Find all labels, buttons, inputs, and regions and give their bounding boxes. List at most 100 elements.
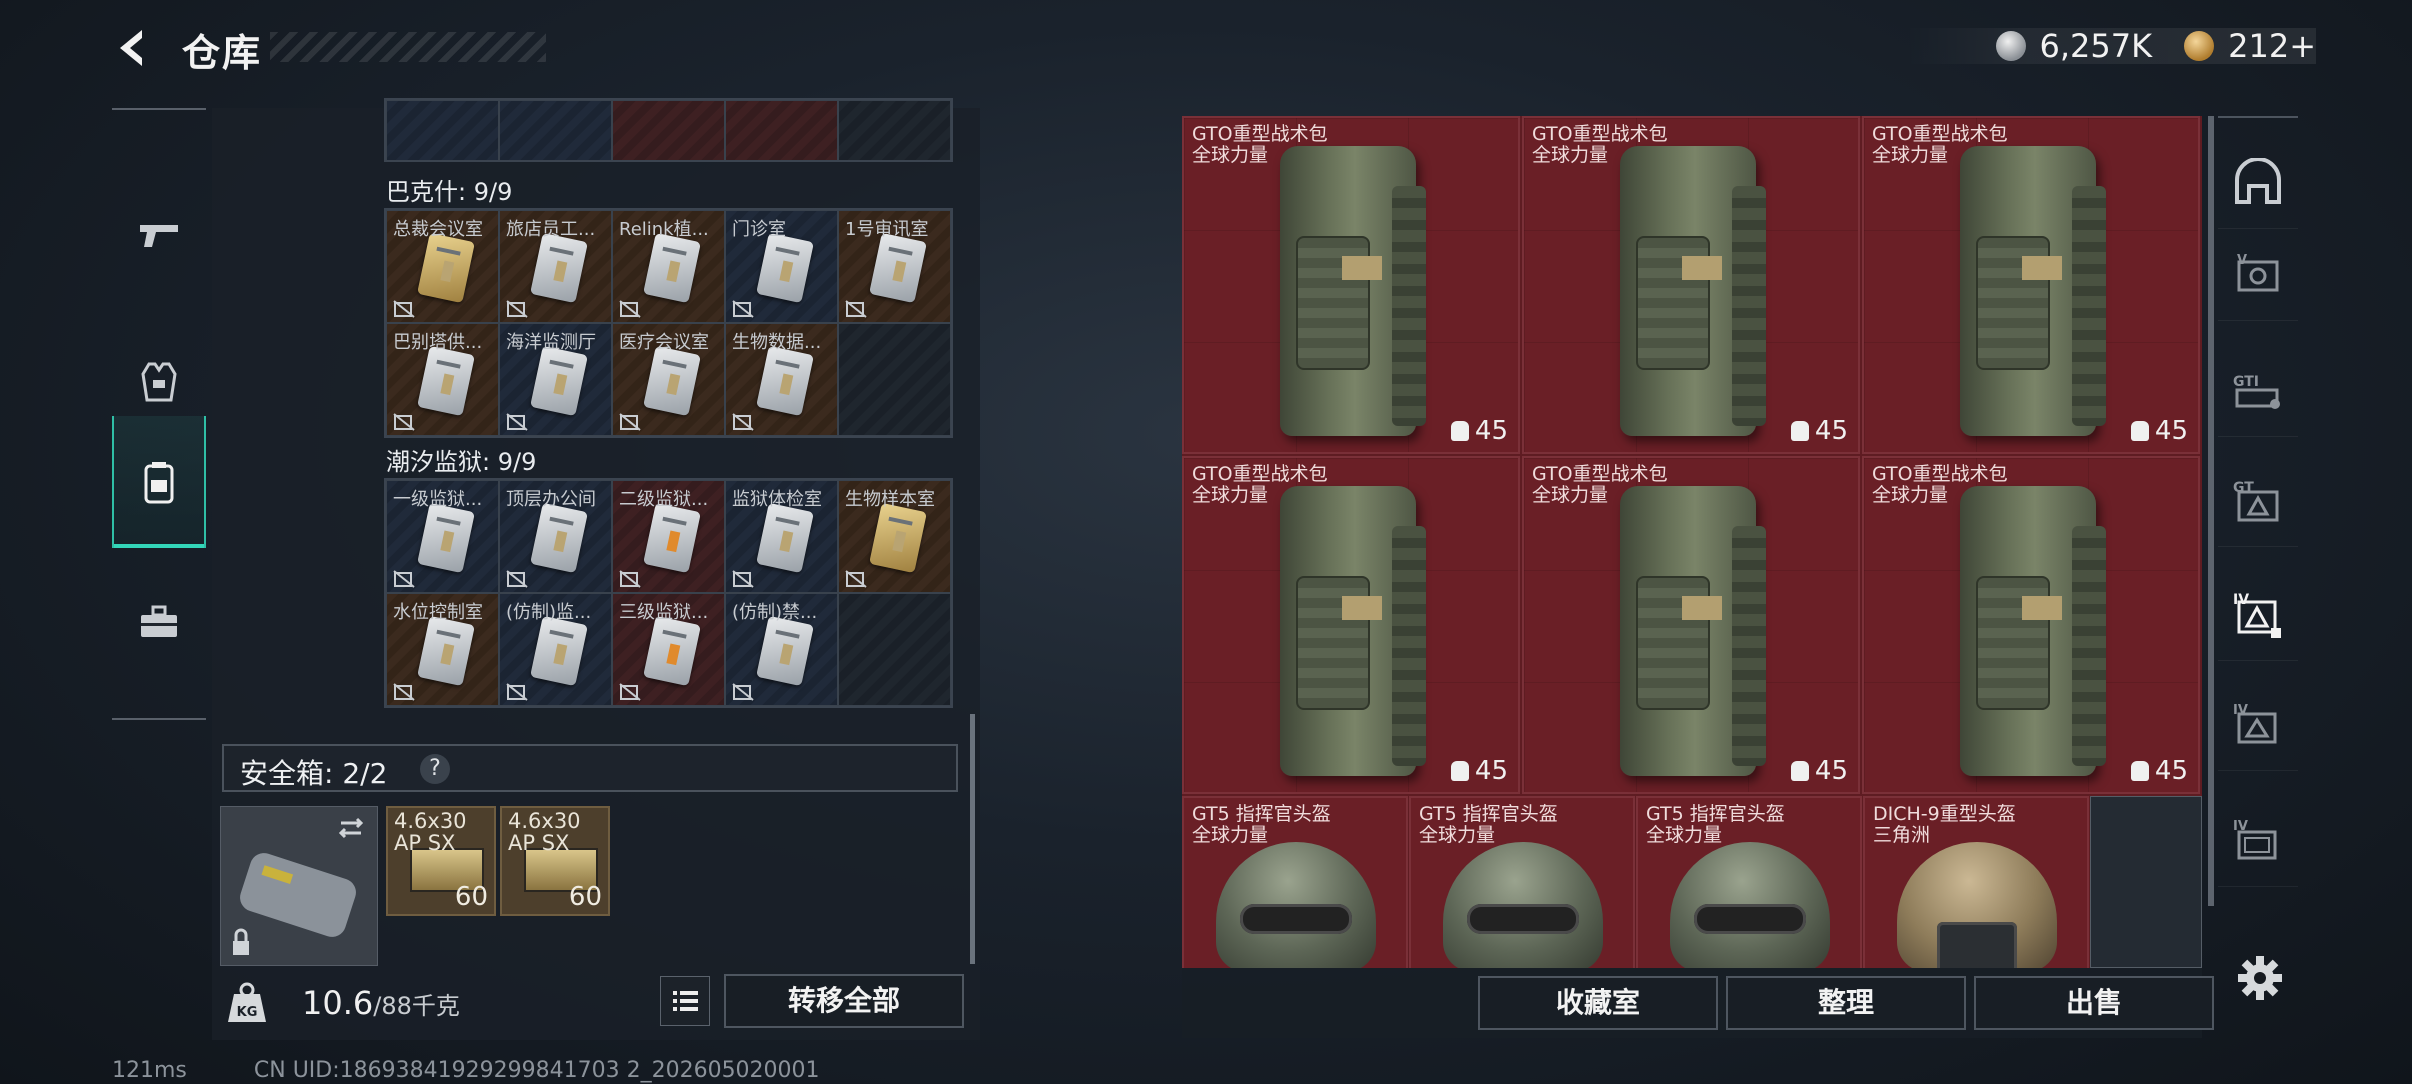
safe-box-container[interactable]	[220, 806, 378, 966]
backpack-item[interactable]: GTO重型战术包 全球力量 45	[1862, 116, 2200, 454]
help-icon[interactable]: ?	[420, 754, 450, 784]
rail-tab-gear-case[interactable]: GT	[2218, 454, 2298, 547]
item-name: GTO重型战术包	[1192, 463, 1328, 485]
capacity-icon	[1790, 421, 1809, 441]
stash-grid: GTO重型战术包 全球力量 45 GTO重型战术包 全球力量 45 GTO重型战术包…	[1182, 116, 2202, 968]
rail-tab-home[interactable]	[2218, 136, 2298, 229]
ammo-quantity: 60	[568, 882, 602, 912]
key-card-slot[interactable]: 门诊室	[725, 210, 838, 323]
key-slot[interactable]	[612, 100, 725, 160]
item-capacity: 45	[1474, 756, 1508, 786]
key-card-slot[interactable]: 总裁会议室	[386, 210, 499, 323]
key-card-slot[interactable]: 生物样本室	[838, 480, 951, 593]
key-card-slot[interactable]: (仿制)监...	[499, 593, 612, 706]
empty-slot	[838, 593, 951, 706]
helmet-item[interactable]: GT5 指挥官头盔 全球力量	[1636, 796, 1862, 968]
key-grid: 一级监狱... 顶层办公间 二级监狱... 监狱体检室 生物样本室水位控制室 (仿制)监.…	[384, 478, 953, 708]
backpack-item[interactable]: GTO重型战术包 全球力量 45	[1862, 456, 2200, 794]
gold-currency-value[interactable]: 212+	[2228, 27, 2316, 65]
key-slot[interactable]	[725, 100, 838, 160]
item-capacity: 45	[2154, 416, 2188, 446]
settings-gear-icon[interactable]	[2236, 954, 2284, 1002]
sidebar-item-items[interactable]	[112, 556, 206, 688]
no-transfer-icon	[506, 413, 528, 431]
capacity-icon	[2130, 421, 2149, 441]
backpack-image	[1280, 146, 1426, 436]
key-card-slot[interactable]: 生物数据...	[725, 323, 838, 436]
key-card-slot[interactable]: Relink植...	[612, 210, 725, 323]
no-transfer-icon	[506, 683, 528, 701]
key-card-slot[interactable]: 二级监狱...	[612, 480, 725, 593]
sidebar-item-containers[interactable]	[112, 416, 206, 548]
key-card-slot[interactable]: 一级监狱...	[386, 480, 499, 593]
ammo-item[interactable]: 4.6x30 AP SX 60	[500, 806, 610, 916]
no-transfer-icon	[732, 683, 754, 701]
rail-tab-tier4-selected[interactable]: IV	[2218, 568, 2298, 661]
sidebar-item-weapons[interactable]	[112, 170, 206, 302]
safe-box-title: 安全箱: 2/2	[240, 757, 388, 790]
capacity-icon	[1450, 421, 1469, 441]
capacity-icon	[1450, 761, 1469, 781]
weight-total: /88千克	[373, 992, 460, 1020]
key-slot[interactable]	[499, 100, 612, 160]
key-slot[interactable]	[386, 100, 499, 160]
no-transfer-icon	[619, 683, 641, 701]
key-card-slot[interactable]: (仿制)禁...	[725, 593, 838, 706]
weight-value: 10.6	[302, 984, 374, 1022]
helmet-item[interactable]: GT5 指挥官头盔 全球力量	[1409, 796, 1635, 968]
stash-scrollbar[interactable]	[2208, 116, 2214, 906]
key-card-slot[interactable]: 旅店员工...	[499, 210, 612, 323]
backpack-item[interactable]: GTO重型战术包 全球力量 45	[1182, 116, 1520, 454]
item-name: DICH-9重型头盔	[1873, 803, 2016, 825]
stash-tab-rail: V GTI GT IV IV IV	[2218, 116, 2298, 1038]
key-card-name: 三级监狱...	[619, 602, 709, 623]
rail-tab-tier4[interactable]: IV	[2218, 678, 2298, 771]
no-transfer-icon	[619, 413, 641, 431]
backpack-image	[1620, 486, 1766, 776]
key-card-slot[interactable]: 海洋监测厅	[499, 323, 612, 436]
helmet-item[interactable]: DICH-9重型头盔 三角洲	[1863, 796, 2089, 968]
transfer-all-button[interactable]: 转移全部	[724, 974, 964, 1028]
no-transfer-icon	[845, 300, 867, 318]
helmet-image	[1897, 842, 2057, 968]
item-capacity: 45	[1814, 756, 1848, 786]
item-name: GTO重型战术包	[1532, 463, 1668, 485]
silver-coin-icon	[1995, 31, 2026, 61]
item-faction: 全球力量	[1192, 824, 1269, 846]
back-arrow-icon[interactable]	[112, 26, 156, 70]
collection-room-button[interactable]: 收藏室	[1478, 976, 1718, 1030]
rail-tab-gun-case[interactable]: GTI	[2218, 344, 2298, 437]
key-card-slot[interactable]: 水位控制室	[386, 593, 499, 706]
currency-bar: 6,257K 212+	[1905, 27, 2316, 65]
inventory-scrollbar[interactable]	[970, 714, 975, 964]
status-footer: 121ms CN UID:18693841929299841703 2_2026…	[112, 1058, 880, 1083]
key-card-slot[interactable]: 1号审讯室	[838, 210, 951, 323]
key-card-slot[interactable]: 顶层办公间	[499, 480, 612, 593]
key-card-name: 旅店员工...	[506, 219, 596, 240]
keycard-icon	[756, 345, 814, 417]
list-view-button[interactable]	[660, 976, 710, 1026]
sort-button[interactable]: 整理	[1726, 976, 1966, 1030]
key-card-slot[interactable]: 三级监狱...	[612, 593, 725, 706]
backpack-item[interactable]: GTO重型战术包 全球力量 45	[1522, 116, 1860, 454]
key-card-slot[interactable]: 医疗会议室	[612, 323, 725, 436]
tier-4-alt-icon: IV	[2233, 819, 2277, 860]
key-card-slot[interactable]: 巴别塔供...	[386, 323, 499, 436]
backpack-item[interactable]: GTO重型战术包 全球力量 45	[1182, 456, 1520, 794]
sell-button[interactable]: 出售	[1974, 976, 2214, 1030]
backpack-item[interactable]: GTO重型战术包 全球力量 45	[1522, 456, 1860, 794]
backpack-image	[1280, 486, 1426, 776]
item-capacity: 45	[2154, 756, 2188, 786]
page-title: 仓库	[182, 31, 263, 75]
item-faction: 全球力量	[1419, 824, 1496, 846]
item-name: GT5 指挥官头盔	[1192, 803, 1331, 825]
rail-tab-tier4-alt[interactable]: IV	[2218, 794, 2298, 887]
no-transfer-icon	[506, 300, 528, 318]
no-transfer-icon	[732, 413, 754, 431]
helmet-item[interactable]: GT5 指挥官头盔 全球力量	[1182, 796, 1408, 968]
rail-tab-tier5[interactable]: V	[2218, 228, 2298, 321]
ammo-item[interactable]: 4.6x30 AP SX 60	[386, 806, 496, 916]
keycard-icon	[530, 615, 588, 687]
no-transfer-icon	[393, 570, 415, 588]
key-card-slot[interactable]: 监狱体检室	[725, 480, 838, 593]
